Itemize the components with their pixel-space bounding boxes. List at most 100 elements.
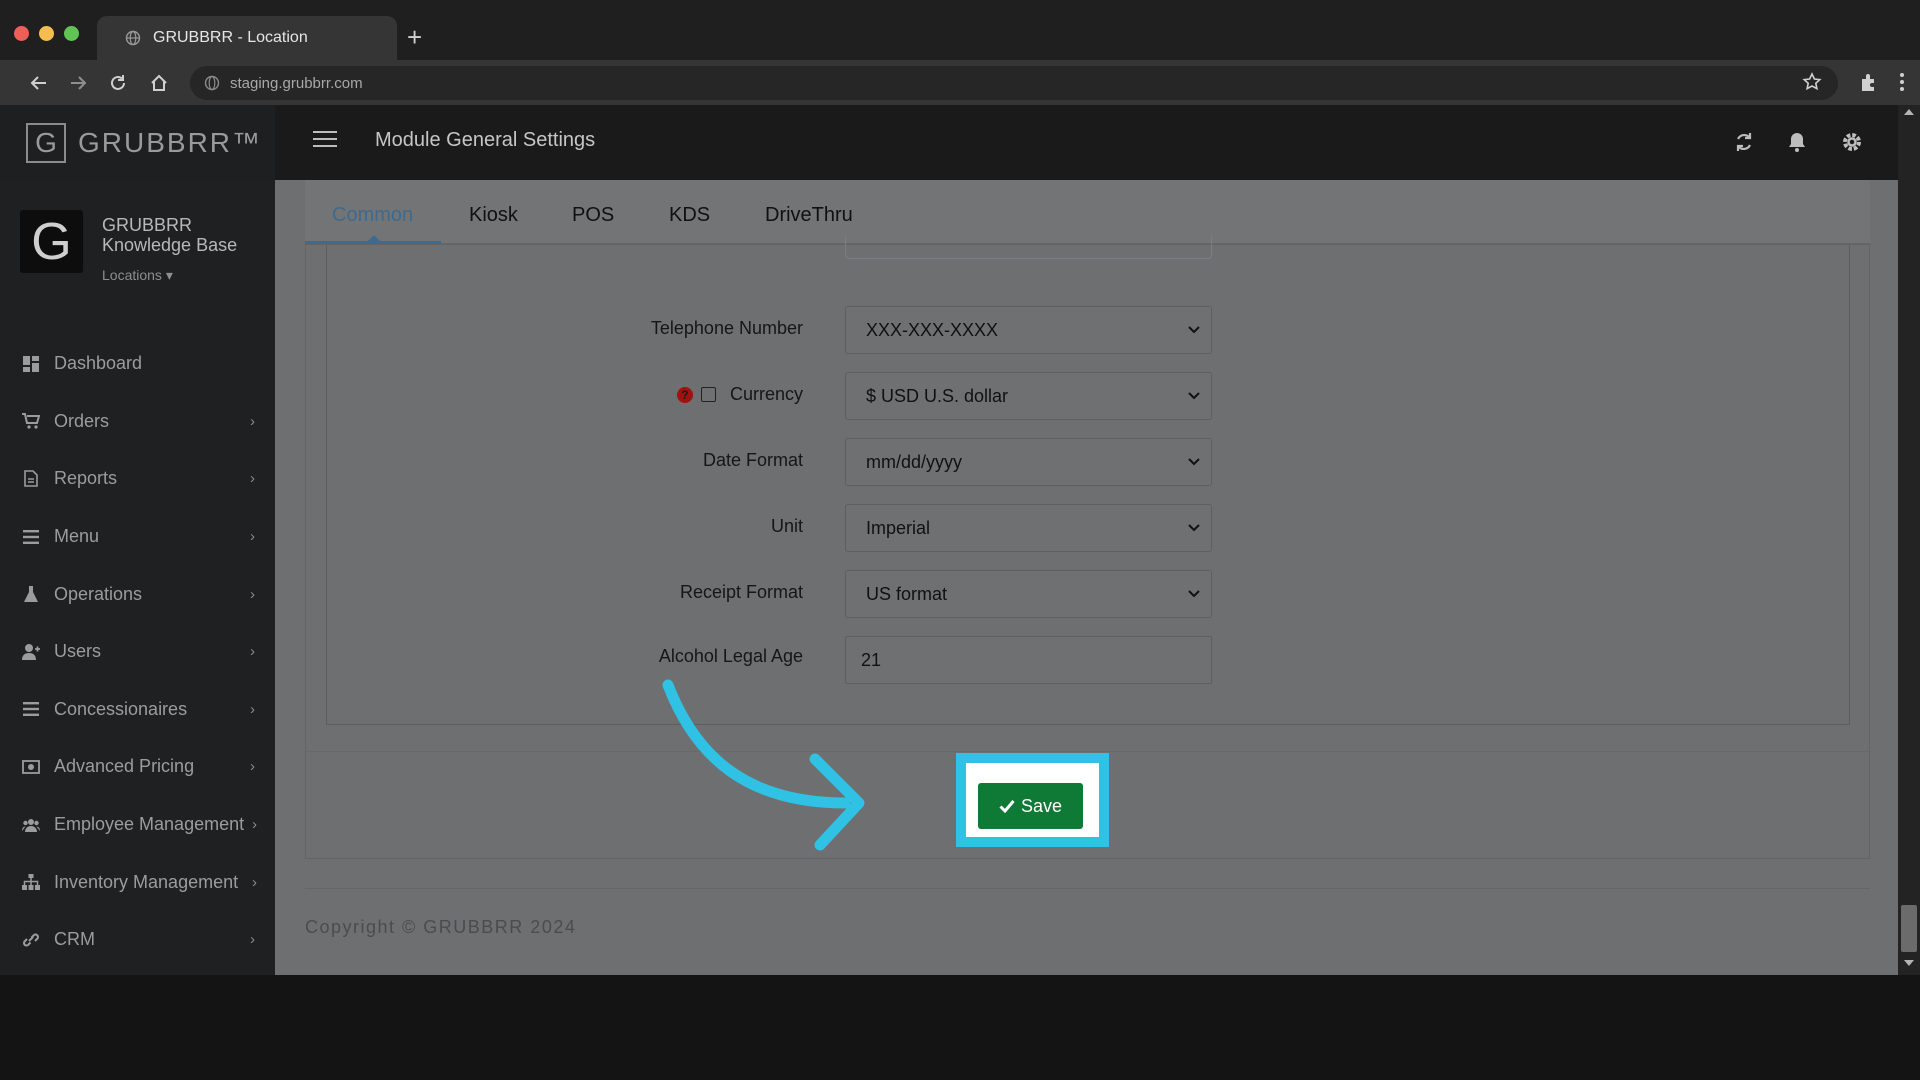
users-icon — [22, 816, 40, 834]
save-button[interactable]: Save — [978, 783, 1083, 829]
page-scrollbar[interactable] — [1898, 105, 1920, 975]
sidebar-item-orders[interactable]: Orders › — [0, 393, 275, 451]
common-settings-panel: Telephone Number XXX-XXX-XXXX ? Currency — [326, 235, 1851, 725]
sidebar-nav: Dashboard Orders › Reports › Menu › Oper… — [0, 335, 275, 969]
file-icon — [22, 470, 40, 488]
list-icon — [22, 700, 40, 718]
hamburger-menu-icon[interactable] — [313, 131, 337, 152]
chevron-right-icon: › — [250, 931, 255, 949]
tab-kds[interactable]: KDS — [669, 204, 710, 227]
currency-value: $ USD U.S. dollar — [866, 385, 1009, 406]
card-divider — [306, 751, 1871, 752]
scroll-thumb[interactable] — [1901, 905, 1917, 952]
logo[interactable]: G GRUBBRR™ — [0, 105, 275, 180]
currency-label: Currency — [729, 384, 803, 404]
close-window-button[interactable] — [14, 26, 29, 41]
browser-toolbar: staging.grubbrr.com — [0, 60, 1920, 105]
currency-select[interactable]: $ USD U.S. dollar — [845, 372, 1212, 420]
link-icon — [22, 931, 40, 949]
scroll-down-icon[interactable] — [1904, 960, 1914, 966]
sidebar-item-users[interactable]: Users › — [0, 623, 275, 681]
tab-pos[interactable]: POS — [572, 204, 614, 227]
chevron-right-icon: › — [250, 470, 255, 488]
sidebar-item-label: Inventory Management — [54, 871, 239, 892]
chevron-down-icon — [1188, 392, 1200, 400]
checkmark-icon — [999, 800, 1015, 813]
chevron-down-icon — [1188, 458, 1200, 466]
telephone-row: Telephone Number XXX-XXX-XXXX — [327, 306, 1851, 354]
extensions-icon[interactable] — [1858, 71, 1880, 98]
unit-select[interactable]: Imperial — [845, 504, 1212, 552]
bookmark-star-icon[interactable] — [1802, 72, 1822, 92]
pointer-arrow — [662, 679, 865, 851]
logo-mark: G — [26, 122, 66, 163]
browser-tab[interactable]: GRUBBRR - Location — [97, 16, 397, 60]
chevron-right-icon: › — [252, 873, 257, 891]
sidebar-item-inventory-management[interactable]: Inventory Management › — [0, 853, 275, 911]
back-icon[interactable] — [26, 70, 52, 96]
sidebar-item-label: Menu — [54, 526, 100, 547]
chevron-right-icon: › — [250, 528, 255, 546]
refresh-icon[interactable] — [1733, 131, 1755, 153]
home-icon[interactable] — [146, 70, 172, 96]
profile-name: GRUBBRR Knowledge Base — [102, 215, 238, 255]
minimize-window-button[interactable] — [39, 26, 54, 41]
sidebar-item-label: Operations — [54, 583, 143, 604]
settings-gear-icon[interactable] — [1841, 131, 1863, 153]
chevron-right-icon: › — [250, 585, 255, 603]
chevron-right-icon: › — [252, 816, 257, 834]
alcohol-age-label: Alcohol Legal Age — [658, 646, 803, 666]
unit-label: Unit — [770, 516, 803, 536]
receipt-format-value: US format — [866, 583, 948, 604]
avatar: G — [20, 210, 83, 273]
sidebar-item-employee-management[interactable]: Employee Management › — [0, 796, 275, 854]
sidebar-item-label: Orders — [54, 410, 110, 431]
sidebar-item-reports[interactable]: Reports › — [0, 450, 275, 508]
footer-divider — [305, 888, 1870, 889]
chevron-down-icon — [1188, 590, 1200, 598]
previous-field-input[interactable] — [845, 235, 1212, 259]
tab-common[interactable]: Common — [332, 204, 413, 227]
save-button-label: Save — [1020, 795, 1063, 816]
sidebar-item-dashboard[interactable]: Dashboard — [0, 335, 275, 393]
tab-drivethru[interactable]: DriveThru — [765, 204, 853, 227]
chevron-down-icon — [1188, 524, 1200, 532]
sidebar-item-operations[interactable]: Operations › — [0, 565, 275, 623]
chevron-right-icon: › — [250, 700, 255, 718]
telephone-format-select[interactable]: XXX-XXX-XXXX — [845, 306, 1212, 354]
locations-dropdown[interactable]: Locations ▾ — [102, 267, 173, 284]
sidebar-item-crm[interactable]: CRM › — [0, 911, 275, 969]
sidebar-item-label: Employee Management — [54, 814, 245, 835]
dashboard-icon — [22, 355, 40, 373]
scroll-up-icon[interactable] — [1904, 109, 1914, 115]
receipt-format-select[interactable]: US format — [845, 570, 1212, 618]
money-icon — [22, 758, 40, 776]
new-tab-button[interactable]: + — [407, 24, 422, 50]
date-format-select[interactable]: mm/dd/yyyy — [845, 438, 1212, 486]
sidebar-item-label: Reports — [54, 468, 118, 489]
sitemap-icon — [22, 873, 40, 891]
address-bar[interactable]: staging.grubbrr.com — [190, 66, 1838, 100]
chevron-right-icon: › — [250, 643, 255, 661]
bell-icon[interactable] — [1786, 131, 1808, 153]
maximize-window-button[interactable] — [64, 26, 79, 41]
sidebar-item-label: Concessionaires — [54, 698, 188, 719]
currency-checkbox[interactable] — [700, 387, 716, 402]
reload-icon[interactable] — [105, 70, 131, 96]
receipt-format-label: Receipt Format — [679, 582, 803, 602]
sidebar-item-advanced-pricing[interactable]: Advanced Pricing › — [0, 738, 275, 796]
list-icon — [22, 528, 40, 546]
help-icon[interactable]: ? — [676, 386, 693, 403]
tab-kiosk[interactable]: Kiosk — [469, 204, 518, 227]
telephone-format-value: XXX-XXX-XXXX — [866, 319, 999, 340]
chevron-right-icon: › — [250, 412, 255, 430]
sidebar-item-menu[interactable]: Menu › — [0, 508, 275, 566]
date-format-row: Date Format mm/dd/yyyy — [327, 438, 1851, 486]
sidebar-item-concessionaires[interactable]: Concessionaires › — [0, 681, 275, 739]
sidebar-item-label: Advanced Pricing — [54, 756, 195, 777]
telephone-label: Telephone Number — [650, 318, 803, 338]
forward-icon[interactable] — [65, 70, 91, 96]
browser-menu-icon[interactable] — [1898, 71, 1906, 98]
page-title: Module General Settings — [375, 129, 596, 151]
site-info-icon[interactable] — [204, 75, 220, 91]
